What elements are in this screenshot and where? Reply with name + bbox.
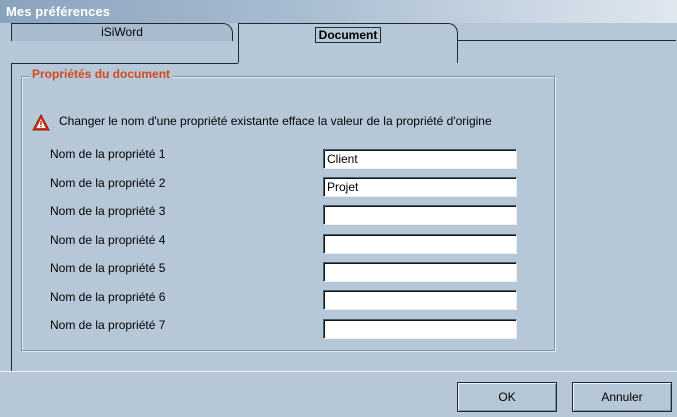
property-6-input[interactable] bbox=[323, 290, 517, 310]
property-7-input[interactable] bbox=[323, 319, 517, 339]
ok-button[interactable]: OK bbox=[457, 382, 557, 412]
property-2-input[interactable] bbox=[323, 177, 517, 197]
tab-strip: iSiWord Document bbox=[0, 23, 677, 64]
property-3-input[interactable] bbox=[323, 205, 517, 225]
tab-isiword-label: iSiWord bbox=[101, 25, 143, 39]
tab-isiword[interactable]: iSiWord bbox=[11, 23, 233, 41]
preferences-dialog: Mes préférences iSiWord Document Proprié… bbox=[0, 0, 677, 417]
tab-document[interactable]: Document bbox=[238, 23, 458, 63]
cancel-button[interactable]: Annuler bbox=[572, 382, 672, 412]
property-1-label: Nom de la propriété 1 bbox=[50, 147, 166, 161]
property-1-input[interactable] bbox=[323, 149, 517, 169]
tab-strip-edge bbox=[458, 40, 676, 62]
property-5-input[interactable] bbox=[323, 262, 517, 282]
property-7-label: Nom de la propriété 7 bbox=[50, 318, 166, 332]
property-4-input[interactable] bbox=[323, 234, 517, 254]
property-6-label: Nom de la propriété 6 bbox=[50, 290, 166, 304]
title-bar: Mes préférences bbox=[0, 0, 677, 23]
footer-separator bbox=[0, 371, 677, 372]
window-title: Mes préférences bbox=[6, 4, 111, 19]
tab-document-label: Document bbox=[314, 27, 382, 43]
property-3-label: Nom de la propriété 3 bbox=[50, 204, 166, 218]
group-title: Propriétés du document bbox=[29, 67, 174, 81]
property-2-label: Nom de la propriété 2 bbox=[50, 176, 166, 190]
warning-message: Changer le nom d'une propriété existante… bbox=[59, 114, 492, 128]
property-5-label: Nom de la propriété 5 bbox=[50, 261, 166, 275]
warning-triangle-icon bbox=[32, 114, 50, 131]
property-4-label: Nom de la propriété 4 bbox=[50, 233, 166, 247]
